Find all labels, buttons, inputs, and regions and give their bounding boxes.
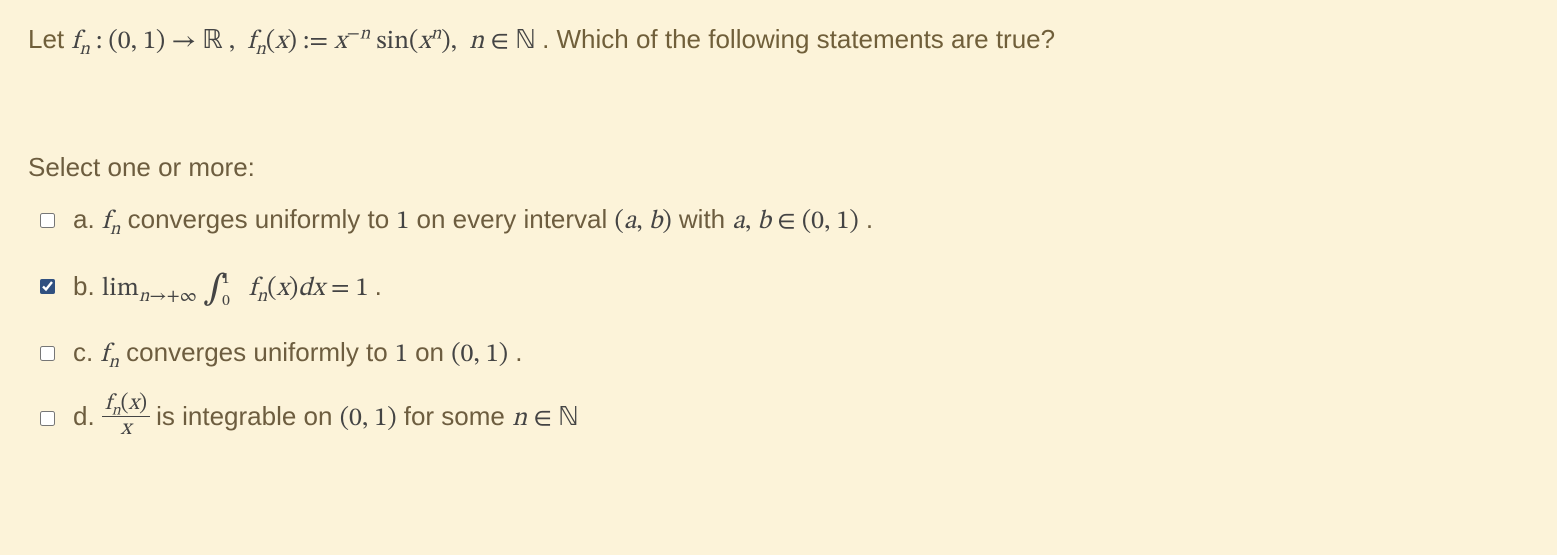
option-a[interactable]: a. fn converges uniformly to 1 on every … xyxy=(40,201,1529,240)
option-a-math-mid2: (a, b) xyxy=(615,209,672,235)
select-prompt: Select one or more: xyxy=(28,152,1529,183)
option-c-math-pre: fn xyxy=(100,342,118,368)
option-b-letter: b. xyxy=(73,271,95,301)
checkbox-a[interactable] xyxy=(40,213,55,228)
checkbox-d[interactable] xyxy=(40,411,55,426)
question-intro: Let xyxy=(28,24,71,54)
option-b[interactable]: b. limn→+∞ ∫01 fn(x)dx = 1 . xyxy=(40,262,1529,311)
option-d-body: d. fn(x) x is integrable on (0, 1) for s… xyxy=(73,395,579,442)
options-list: a. fn converges uniformly to 1 on every … xyxy=(28,201,1529,442)
option-a-text1: converges uniformly to xyxy=(128,204,397,234)
option-a-math-mid3: a, b ∈ (0, 1) xyxy=(732,209,858,235)
option-a-text4: . xyxy=(866,204,873,234)
option-d-math-mid2: n ∈ ℕ xyxy=(512,406,579,432)
option-c-math-mid1: 1 xyxy=(395,342,408,368)
option-d-letter: d. xyxy=(73,401,95,431)
option-d-text1: is integrable on xyxy=(156,401,340,431)
option-d-math-mid1: (0, 1) xyxy=(340,406,397,432)
option-a-text3: with xyxy=(679,204,732,234)
checkbox-c[interactable] xyxy=(40,346,55,361)
option-b-math-pre: limn→+∞ ∫01 fn(x)dx = 1 xyxy=(102,276,375,302)
question-outro: . Which of the following statements are … xyxy=(542,24,1055,54)
question-container: Let fn : (0, 1) → ℝ , fn(x) := x−n sin(x… xyxy=(0,0,1557,462)
option-d-math-pre: fn(x) x xyxy=(102,406,156,432)
checkbox-b[interactable] xyxy=(40,279,55,294)
option-b-body: b. limn→+∞ ∫01 fn(x)dx = 1 . xyxy=(73,262,382,311)
option-a-math-pre: fn xyxy=(102,209,120,235)
question-math: fn : (0, 1) → ℝ , fn(x) := x−n sin(xn), … xyxy=(71,29,542,55)
question-text: Let fn : (0, 1) → ℝ , fn(x) := x−n sin(x… xyxy=(28,20,1529,62)
option-c-math-mid2: (0, 1) xyxy=(451,342,508,368)
option-a-text2: on every interval xyxy=(417,204,615,234)
option-a-body: a. fn converges uniformly to 1 on every … xyxy=(73,201,873,240)
option-c-text1: converges uniformly to xyxy=(126,337,395,367)
option-c-letter: c. xyxy=(73,337,93,367)
option-a-letter: a. xyxy=(73,204,95,234)
option-c-text3: . xyxy=(515,337,522,367)
option-c-body: c. fn converges uniformly to 1 on (0, 1)… xyxy=(73,334,523,373)
option-c-text2: on xyxy=(415,337,451,367)
option-c[interactable]: c. fn converges uniformly to 1 on (0, 1)… xyxy=(40,334,1529,373)
option-d[interactable]: d. fn(x) x is integrable on (0, 1) for s… xyxy=(40,395,1529,442)
option-a-math-mid1: 1 xyxy=(396,209,409,235)
option-d-text2: for some xyxy=(404,401,512,431)
option-b-text1: . xyxy=(375,271,382,301)
